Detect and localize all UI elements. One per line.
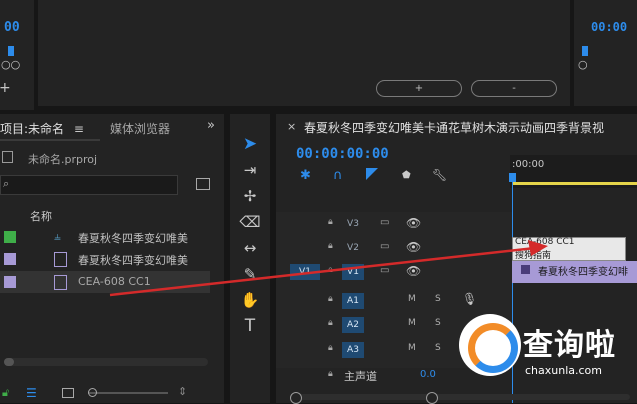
watermark-logo-icon <box>459 314 521 376</box>
watermark-url: chaxunla.com <box>525 364 602 377</box>
watermark: 查询啦 chaxunla.com <box>455 314 637 403</box>
watermark-text: 查询啦 <box>523 328 616 363</box>
